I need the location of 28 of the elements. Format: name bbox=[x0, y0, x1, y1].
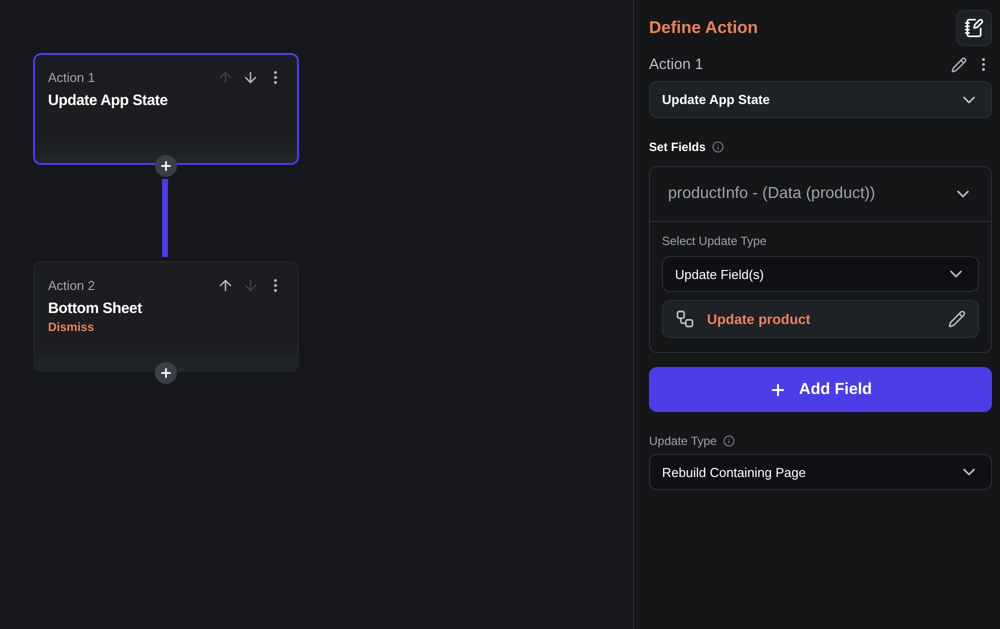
notepad-icon bbox=[964, 18, 984, 38]
add-field-button[interactable]: Add Field bbox=[649, 367, 992, 412]
field-header[interactable]: productInfo - (Data (product)) bbox=[650, 167, 991, 222]
rebuild-select[interactable]: Rebuild Containing Page bbox=[649, 454, 992, 490]
plus-icon bbox=[159, 159, 173, 173]
pencil-icon[interactable] bbox=[951, 56, 967, 72]
action-label: Action 2 bbox=[48, 278, 95, 293]
action-label: Action 1 bbox=[48, 70, 95, 85]
pencil-icon bbox=[948, 310, 966, 328]
flow-icon bbox=[675, 309, 695, 329]
action-title: Bottom Sheet bbox=[48, 300, 143, 317]
action-card[interactable]: Action 1 Update App State bbox=[33, 53, 299, 165]
field-label: Select Update Type bbox=[662, 234, 768, 248]
update-link[interactable]: Update product bbox=[662, 300, 979, 338]
action-title: Update App State bbox=[48, 92, 169, 109]
plus-icon bbox=[159, 366, 173, 380]
action-name: Action 1 bbox=[649, 56, 704, 73]
action-card[interactable]: Action 2 Bottom Sheet Dismiss bbox=[33, 261, 299, 372]
action-type-select[interactable]: Update App State bbox=[649, 81, 992, 118]
section-label: Update Type bbox=[649, 434, 717, 448]
section-label: Set Fields bbox=[649, 140, 706, 154]
panel-title: Define Action bbox=[649, 18, 758, 38]
update-type-select[interactable]: Update Field(s) bbox=[662, 256, 979, 292]
add-note-button[interactable] bbox=[956, 10, 992, 46]
info-icon bbox=[722, 435, 735, 447]
action-subtitle: Dismiss bbox=[48, 320, 96, 334]
info-icon bbox=[712, 141, 724, 153]
add-action-button[interactable] bbox=[155, 155, 177, 177]
